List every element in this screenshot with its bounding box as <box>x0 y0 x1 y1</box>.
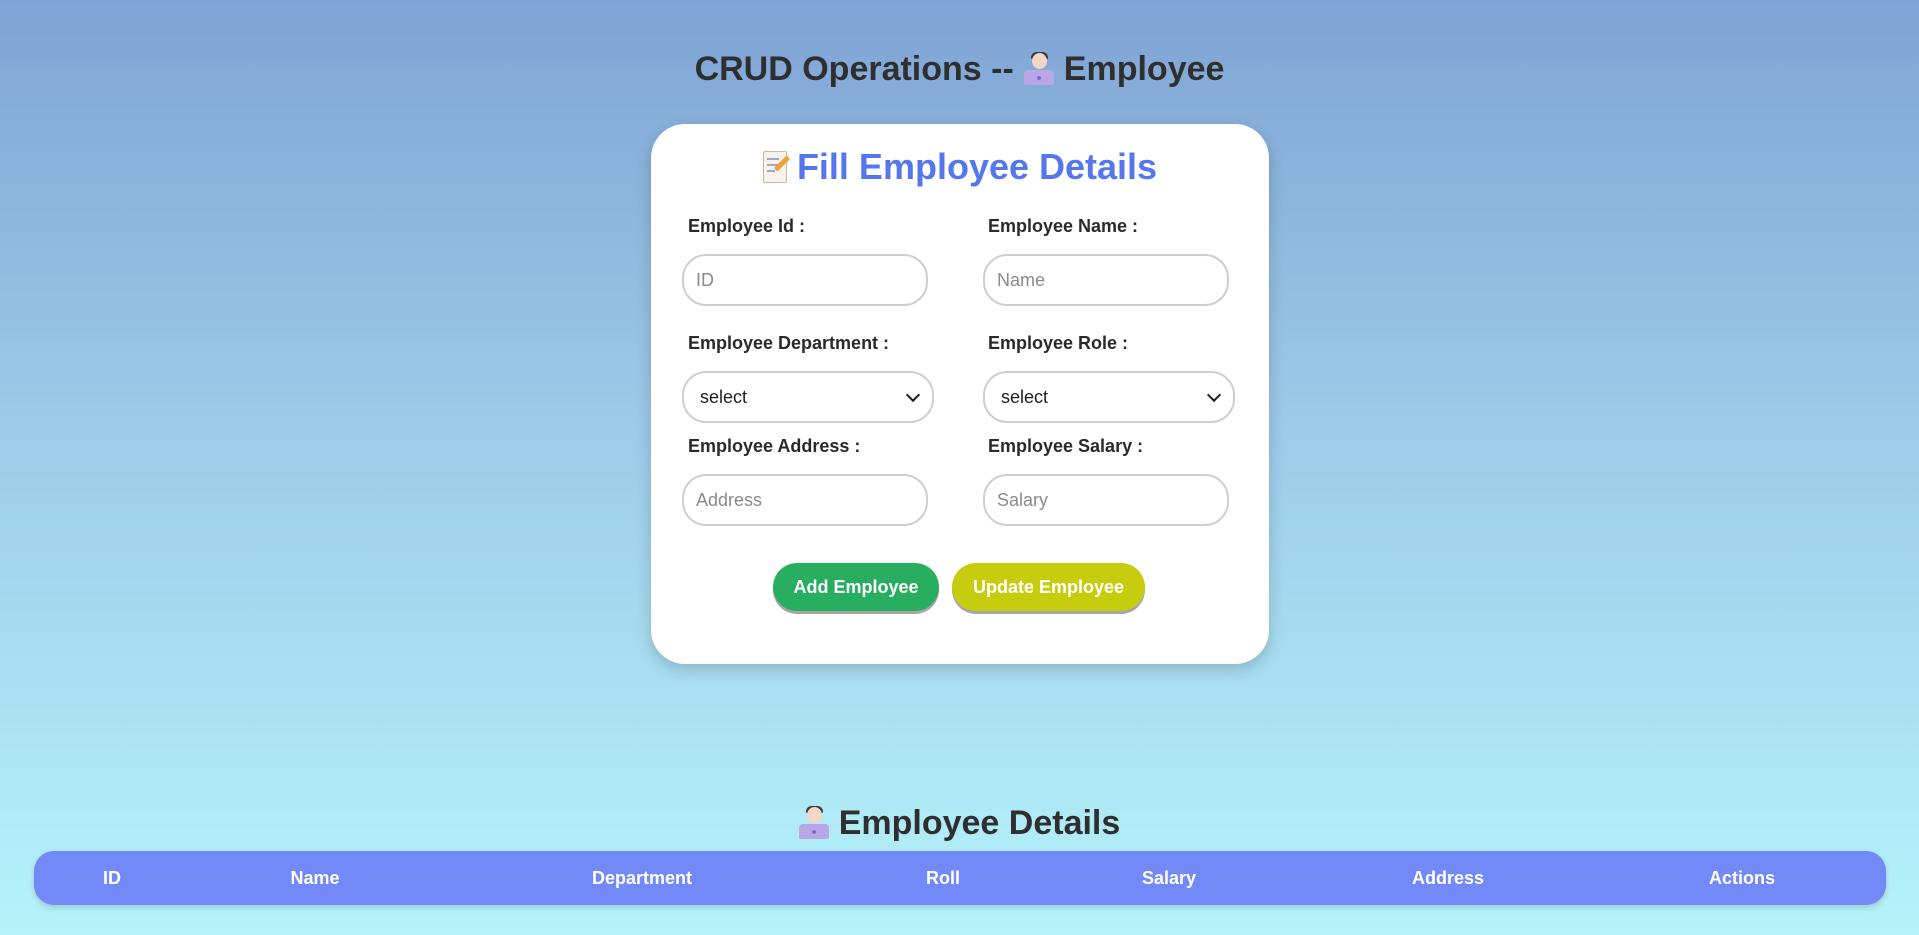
employee-department-label: Employee Department : <box>688 333 890 353</box>
memo-icon <box>762 151 791 183</box>
employee-id-label: Employee Id : <box>688 216 806 236</box>
column-header-id: ID <box>103 867 121 888</box>
column-header-address: Address <box>1411 867 1485 888</box>
employee-role-select[interactable]: select <box>983 371 1235 423</box>
add-employee-button[interactable]: Add Employee <box>773 563 939 611</box>
column-header-roll: Roll <box>926 867 960 888</box>
person-with-laptop-icon <box>798 805 829 841</box>
column-header-name: Name <box>290 867 340 888</box>
column-header-actions: Actions <box>1708 867 1776 888</box>
page-title: CRUD Operations -- Employee <box>0 50 1919 89</box>
employee-salary-label: Employee Salary : <box>988 436 1144 456</box>
employee-form-card: Fill Employee Details Employee Id : Empl… <box>651 124 1269 664</box>
employee-details-title: Employee Details <box>0 804 1919 843</box>
employee-name-input[interactable] <box>983 254 1229 306</box>
person-with-laptop-icon <box>1023 51 1054 87</box>
employee-salary-input[interactable] <box>983 474 1229 526</box>
page-title-text: CRUD Operations -- <box>694 50 1014 88</box>
role-selected-value: select <box>1001 386 1049 407</box>
employee-name-label: Employee Name : <box>988 216 1139 236</box>
employee-details-title-text: Employee Details <box>838 804 1121 843</box>
employee-role-label: Employee Role : <box>988 333 1129 353</box>
employee-address-input[interactable] <box>682 474 928 526</box>
employee-table-header: ID Name Department Roll Salary Address A… <box>34 851 1886 905</box>
employee-department-select[interactable]: select <box>682 371 934 423</box>
update-employee-button[interactable]: Update Employee <box>952 563 1145 611</box>
employee-address-label: Employee Address : <box>688 436 861 456</box>
chevron-down-icon <box>1206 387 1222 402</box>
page-title-suffix: Employee <box>1063 50 1225 88</box>
column-header-department: Department <box>591 867 693 888</box>
form-title: Fill Employee Details <box>651 146 1269 188</box>
column-header-salary: Salary <box>1141 867 1197 888</box>
department-selected-value: select <box>700 386 748 407</box>
form-title-text: Fill Employee Details <box>796 146 1158 187</box>
employee-id-input[interactable] <box>682 254 928 306</box>
chevron-down-icon <box>905 387 921 402</box>
